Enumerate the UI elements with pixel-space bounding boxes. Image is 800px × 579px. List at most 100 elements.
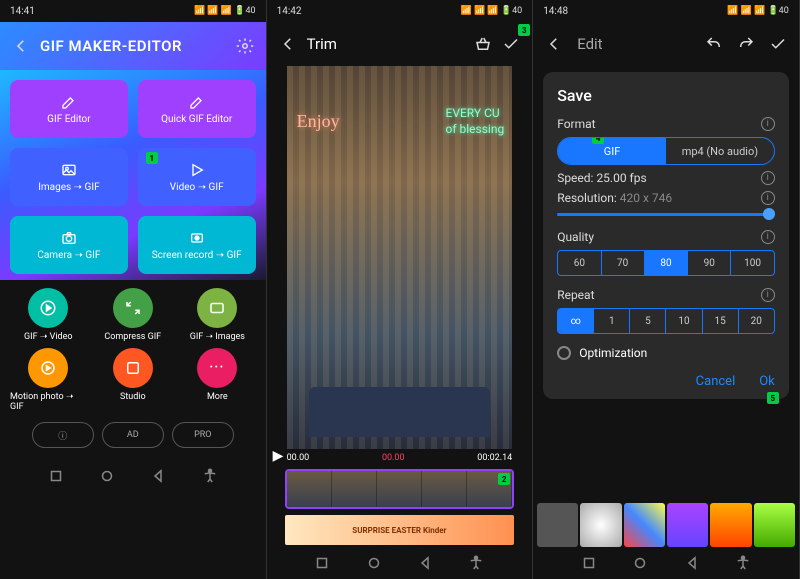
tool-gif-video[interactable]: GIF ➝ Video [10,288,87,342]
back-icon[interactable] [279,35,297,53]
play-button[interactable]: ▶ [273,448,284,464]
back-nav-icon[interactable] [416,554,434,572]
swatch[interactable] [624,503,665,547]
format-gif[interactable]: GIF [558,138,666,164]
dialog-title: Save [557,86,775,105]
pro-button[interactable]: PRO [172,422,234,448]
info-button[interactable]: ⓘ [32,422,94,448]
ad-button[interactable]: AD [102,422,164,448]
swatch[interactable] [710,503,751,547]
r-inf[interactable]: ∞ [558,309,594,333]
tool-label: GIF ➝ Images [190,332,245,342]
recents-icon[interactable] [313,554,331,572]
tool-motion[interactable]: Motion photo ➝ GIF [10,348,87,412]
badge-3: 3 [518,24,530,36]
accessibility-icon[interactable] [201,467,219,485]
thumb [422,471,467,507]
trim-header: Trim 3 [267,22,533,66]
q80[interactable]: 80 [645,251,688,275]
screen-home: 14:41 📶 📶 📶 🔋40 GIF MAKER-EDITOR GIF Edi… [0,0,267,579]
info-icon[interactable]: i [761,191,775,205]
accessibility-icon[interactable] [734,554,752,572]
app-header: GIF MAKER-EDITOR [0,22,266,70]
pencil-icon [187,94,207,110]
home-icon[interactable] [365,554,383,572]
r15[interactable]: 15 [703,309,739,333]
tile-camera-gif[interactable]: Camera ➝ GIF [10,216,128,274]
repeat-options: ∞ 1 5 10 15 20 [557,308,775,334]
image-icon [208,299,226,317]
res-label: Resolution: 420 x 746 [557,191,672,205]
format-segment: 4 GIF mp4 (No audio) [557,137,775,165]
check-icon[interactable] [769,35,787,53]
optimization-row[interactable]: Optimization [557,346,775,360]
back-icon[interactable] [12,37,30,55]
resolution-slider[interactable] [557,213,775,216]
tool-compress[interactable]: Compress GIF [95,288,172,342]
edit-header: Edit [533,22,799,66]
time-end: 00:02.14 [477,453,512,463]
swatch[interactable] [667,503,708,547]
tool-studio[interactable]: Studio [95,348,172,412]
studio-icon [124,359,142,377]
redo-icon[interactable] [737,35,755,53]
thumb [287,471,332,507]
cancel-button[interactable]: Cancel [696,374,736,389]
tool-label: Motion photo ➝ GIF [10,392,87,412]
tile-label: GIF Editor [47,114,90,125]
color-swatches [533,503,799,547]
r20[interactable]: 20 [739,309,774,333]
tile-screenrec-gif[interactable]: Screen record ➝ GIF [138,216,256,274]
back-icon[interactable] [545,35,563,53]
video-preview[interactable]: Enjoy EVERY CUof blessing [287,66,513,449]
tile-label: Screen record ➝ GIF [152,250,242,261]
q60[interactable]: 60 [558,251,601,275]
r1[interactable]: 1 [594,309,630,333]
time-current: 00.00 [382,453,405,463]
status-bar: 14:48 📶 📶 📶 🔋40 [533,0,799,22]
tile-gif-editor[interactable]: GIF Editor [10,80,128,138]
home-icon[interactable] [98,467,116,485]
ok-button[interactable]: Ok [759,374,775,389]
info-icon[interactable]: i [761,230,775,244]
info-icon[interactable]: i [761,288,775,302]
repeat-label: Repeat [557,288,594,302]
accessibility-icon[interactable] [467,554,485,572]
recents-icon[interactable] [47,467,65,485]
undo-icon[interactable] [705,35,723,53]
q70[interactable]: 70 [602,251,645,275]
format-label: Format [557,117,595,131]
q90[interactable]: 90 [688,251,731,275]
swatch[interactable] [754,503,795,547]
tile-video-gif[interactable]: 1 Video ➝ GIF [138,148,256,206]
q100[interactable]: 100 [731,251,773,275]
app-title: GIF MAKER-EDITOR [40,37,226,55]
tile-quick-gif[interactable]: Quick GIF Editor [138,80,256,138]
check-icon[interactable] [502,35,520,53]
lower-tools: GIF ➝ Video Compress GIF GIF ➝ Images Mo… [0,280,266,460]
back-nav-icon[interactable] [683,554,701,572]
info-icon[interactable]: i [761,117,775,131]
tile-images-gif[interactable]: Images ➝ GIF [10,148,128,206]
status-time: 14:42 [277,6,302,17]
timeline-strip[interactable]: 2 [285,469,515,509]
basket-icon[interactable] [474,35,492,53]
tool-label: Studio [120,392,146,402]
r10[interactable]: 10 [666,309,702,333]
back-nav-icon[interactable] [149,467,167,485]
ad-banner[interactable]: SURPRISE EASTER Kinder [285,515,515,545]
status-bar: 14:42 📶 📶 📶 🔋40 [267,0,533,22]
r5[interactable]: 5 [630,309,666,333]
info-icon[interactable]: i [761,171,775,185]
swatch[interactable] [580,503,621,547]
main-tiles: GIF Editor Quick GIF Editor Images ➝ GIF… [0,70,266,280]
recents-icon[interactable] [580,554,598,572]
tool-more[interactable]: •••More [179,348,256,412]
swatch[interactable] [537,503,578,547]
format-mp4[interactable]: mp4 (No audio) [666,138,774,164]
settings-icon[interactable] [236,37,254,55]
badge-4: 4 [592,137,604,144]
timecodes: 00.00 00.00 00:02.14 [267,449,533,467]
home-icon[interactable] [631,554,649,572]
tool-gif-images[interactable]: GIF ➝ Images [179,288,256,342]
